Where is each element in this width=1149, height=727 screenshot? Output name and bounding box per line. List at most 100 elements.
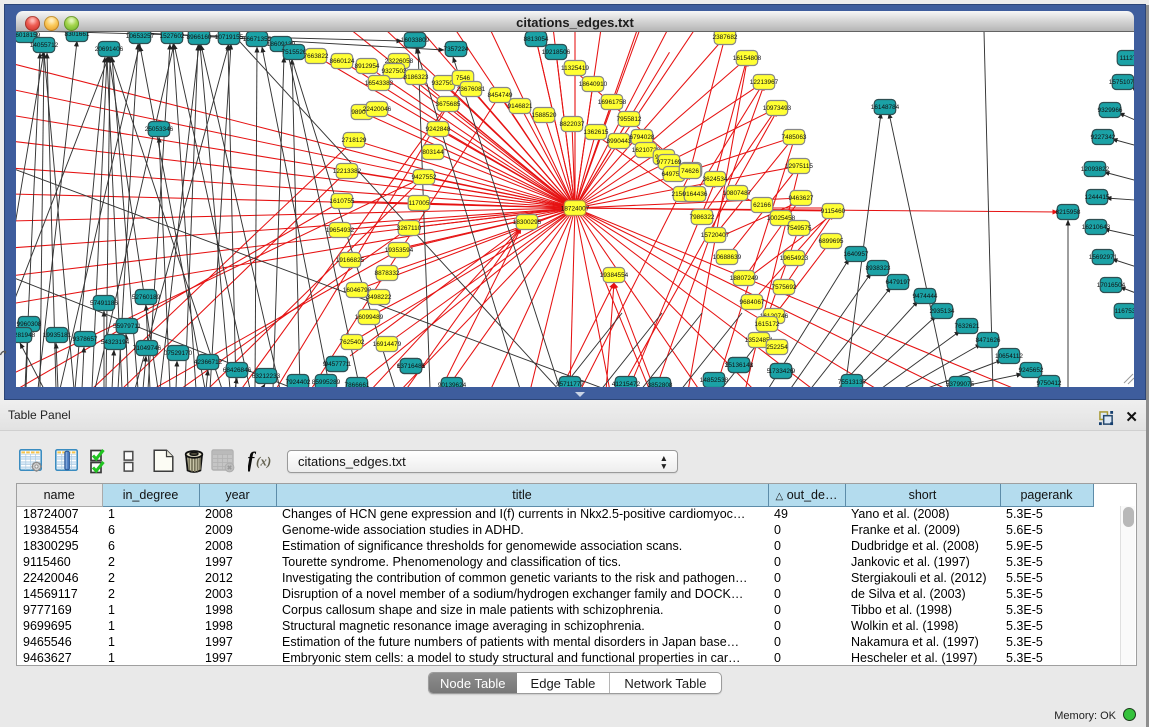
svg-text:16210643: 16210643 — [1082, 224, 1111, 231]
svg-text:8660124: 8660124 — [330, 58, 355, 65]
svg-text:7625402: 7625402 — [340, 339, 365, 346]
svg-text:252254: 252254 — [766, 344, 788, 351]
svg-text:6794028: 6794028 — [630, 134, 655, 141]
svg-text:57491186: 57491186 — [90, 300, 118, 307]
svg-text:116753: 116753 — [1115, 308, 1134, 315]
svg-text:14852538: 14852538 — [700, 377, 729, 384]
svg-text:16543382: 16543382 — [365, 80, 394, 87]
svg-text:10654112: 10654112 — [995, 353, 1023, 360]
svg-text:3624534: 3624534 — [703, 176, 728, 183]
svg-text:9777169: 9777169 — [657, 159, 682, 166]
svg-text:15136141: 15136141 — [725, 362, 754, 369]
svg-text:1615172: 1615172 — [755, 321, 780, 328]
svg-text:7632621: 7632621 — [955, 323, 980, 330]
svg-text:12213967: 12213967 — [750, 79, 779, 86]
svg-text:7663822: 7663822 — [304, 53, 329, 60]
svg-text:16046798: 16046798 — [343, 287, 372, 294]
svg-text:19935181: 19935181 — [43, 332, 72, 339]
svg-text:54323194: 54323194 — [101, 339, 130, 346]
svg-text:2935134: 2935134 — [930, 308, 955, 315]
svg-text:8471626: 8471626 — [976, 337, 1001, 344]
svg-text:3675685: 3675685 — [436, 101, 461, 108]
svg-text:75513137: 75513137 — [838, 379, 867, 386]
svg-text:18640910: 18640910 — [579, 81, 608, 88]
svg-text:41215472: 41215472 — [612, 381, 641, 387]
svg-text:14055712: 14055712 — [30, 42, 59, 49]
svg-text:6899695: 6899695 — [819, 238, 844, 245]
svg-text:2387682: 2387682 — [713, 34, 738, 41]
svg-text:1244415: 1244415 — [1085, 194, 1110, 201]
svg-text:11127: 11127 — [1120, 55, 1134, 62]
svg-text:9684067: 9684067 — [740, 299, 765, 306]
svg-text:9378657: 9378657 — [73, 336, 98, 343]
svg-text:22420046: 22420046 — [363, 106, 392, 113]
svg-text:15751074: 15751074 — [1109, 79, 1134, 86]
svg-text:16914479: 16914479 — [373, 341, 402, 348]
svg-text:7955812: 7955812 — [617, 116, 642, 123]
svg-text:07529170: 07529170 — [164, 350, 193, 357]
svg-text:12213382: 12213382 — [333, 168, 362, 175]
svg-text:803144: 803144 — [422, 149, 444, 156]
svg-text:8454749: 8454749 — [488, 92, 513, 99]
svg-text:10807487: 10807487 — [723, 190, 752, 197]
svg-text:16961758: 16961758 — [598, 99, 627, 106]
svg-text:15692971: 15692971 — [1089, 254, 1118, 261]
svg-text:74626: 74626 — [681, 168, 699, 175]
svg-text:10653257: 10653257 — [126, 33, 155, 40]
svg-text:8301661: 8301661 — [65, 32, 90, 38]
svg-text:25053346: 25053346 — [145, 126, 174, 133]
svg-text:7357224: 7357224 — [444, 46, 469, 53]
svg-text:9245652: 9245652 — [1019, 367, 1044, 374]
svg-text:85995289: 85995289 — [312, 379, 341, 386]
svg-text:8813054: 8813054 — [524, 36, 549, 43]
svg-text:8215958: 8215958 — [1056, 209, 1081, 216]
svg-text:18300295: 18300295 — [513, 219, 542, 226]
svg-text:19654923: 19654923 — [780, 255, 809, 262]
svg-text:8990443: 8990443 — [607, 138, 632, 145]
svg-text:71049746: 71049746 — [133, 345, 162, 352]
svg-text:3852808: 3852808 — [648, 382, 673, 387]
svg-text:6479197: 6479197 — [886, 279, 911, 286]
svg-text:62166: 62166 — [753, 202, 771, 209]
svg-text:1527602: 1527602 — [160, 33, 185, 40]
svg-text:1640957: 1640957 — [844, 251, 869, 258]
svg-text:12975115: 12975115 — [785, 163, 813, 170]
svg-text:9164436: 9164436 — [683, 191, 708, 198]
svg-text:1610755: 1610755 — [330, 198, 355, 205]
svg-text:63212233: 63212233 — [252, 373, 281, 380]
svg-text:7485063: 7485063 — [782, 134, 807, 141]
svg-text:10688639: 10688639 — [713, 254, 742, 261]
svg-text:9329966: 9329966 — [1098, 107, 1123, 114]
svg-text:2718129: 2718129 — [342, 137, 367, 144]
svg-text:8966160: 8966160 — [187, 34, 212, 41]
svg-text:16033809: 16033809 — [401, 37, 430, 44]
svg-text:95711777: 95711777 — [556, 381, 584, 387]
svg-text:7986322: 7986322 — [690, 214, 715, 221]
svg-text:7549575: 7549575 — [787, 225, 812, 232]
svg-text:3267110: 3267110 — [397, 225, 422, 232]
svg-text:8912954: 8912954 — [355, 63, 380, 70]
svg-text:42366712: 42366712 — [194, 359, 223, 366]
svg-text:(x): (x) — [256, 454, 271, 469]
svg-text:55979711: 55979711 — [113, 323, 141, 330]
svg-text:10973493: 10973493 — [763, 105, 792, 112]
svg-text:19166825: 19166825 — [336, 257, 365, 264]
svg-text:9463627: 9463627 — [789, 195, 814, 202]
svg-text:16148784: 16148784 — [871, 104, 900, 111]
svg-text:13716485: 13716485 — [397, 363, 426, 370]
svg-text:117005: 117005 — [409, 200, 430, 207]
svg-text:8186323: 8186323 — [404, 74, 429, 81]
svg-text:8938323: 8938323 — [866, 265, 891, 272]
svg-text:90139624: 90139624 — [438, 382, 467, 387]
svg-text:17016504: 17016504 — [1097, 282, 1126, 289]
svg-text:16099489: 16099489 — [355, 314, 384, 321]
svg-text:18724007: 18724007 — [561, 205, 590, 212]
svg-text:68426846: 68426846 — [223, 367, 252, 374]
svg-text:9474444: 9474444 — [913, 293, 938, 300]
svg-text:9146821: 9146821 — [508, 103, 533, 110]
svg-text:9750412: 9750412 — [1037, 380, 1062, 387]
svg-text:15720407: 15720407 — [701, 232, 730, 239]
svg-text:8878332: 8878332 — [375, 270, 400, 277]
svg-text:9227342: 9227342 — [1091, 134, 1116, 141]
svg-text:10719155: 10719155 — [215, 34, 244, 41]
